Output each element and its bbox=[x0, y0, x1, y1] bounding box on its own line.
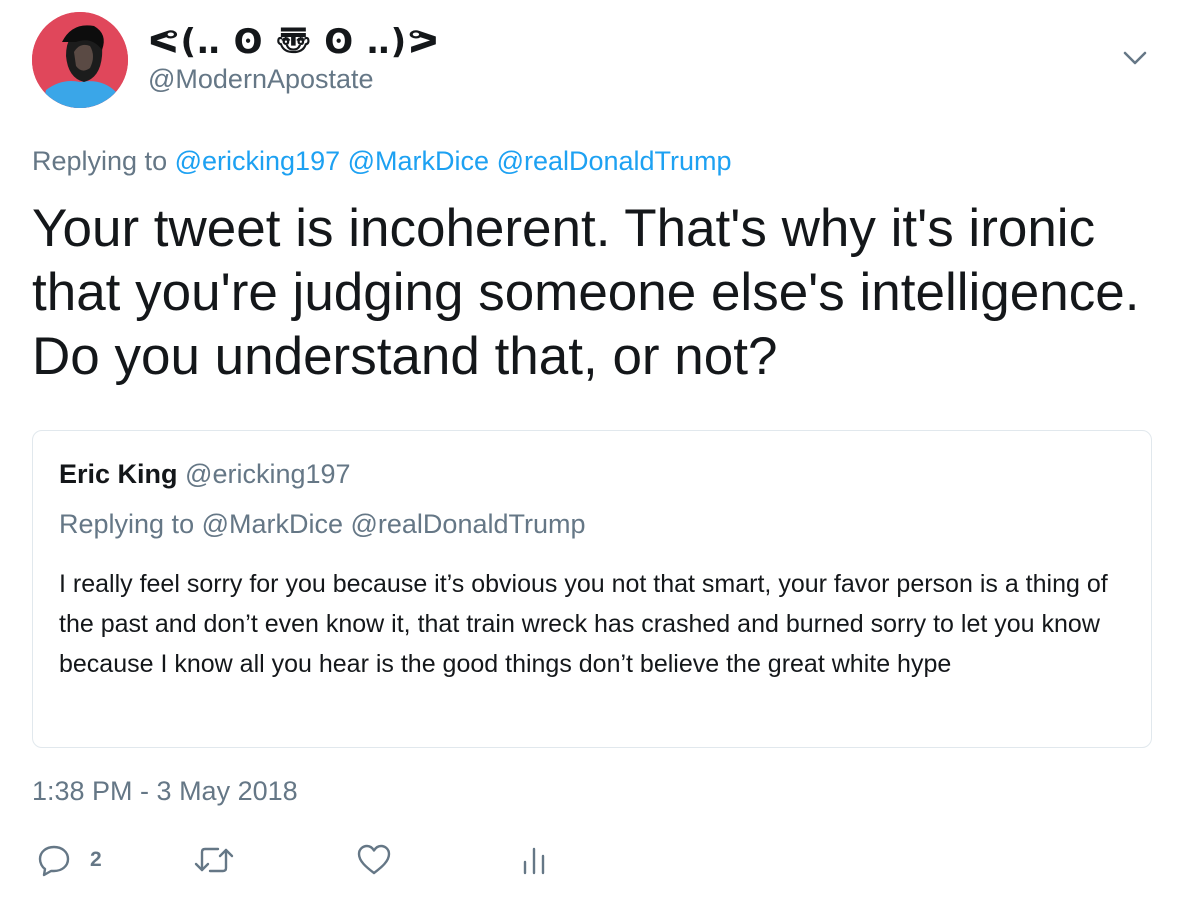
reply-context-prefix: Replying to bbox=[32, 146, 168, 176]
avatar-image bbox=[32, 12, 128, 108]
tweet-timestamp[interactable]: 1:38 PM - 3 May 2018 bbox=[32, 776, 298, 807]
like-button[interactable] bbox=[356, 838, 392, 882]
tweet-text: Your tweet is incoherent. That's why it'… bbox=[32, 199, 1140, 386]
analytics-icon bbox=[523, 847, 545, 875]
avatar[interactable] bbox=[32, 12, 128, 108]
mention-link[interactable]: @realDonaldTrump bbox=[497, 146, 732, 176]
tweet-card: ᕙ(‥ ʘ 〠 ʘ ‥)ᕗ @ModernApostate Replying t… bbox=[0, 0, 1186, 906]
mention-link[interactable]: @ericking197 bbox=[175, 146, 341, 176]
author-handle[interactable]: @ModernApostate bbox=[148, 64, 374, 95]
retweet-icon bbox=[194, 847, 234, 873]
reply-count: 2 bbox=[90, 848, 102, 871]
quoted-author-handle: @ericking197 bbox=[185, 459, 351, 489]
quoted-author-name: Eric King bbox=[59, 459, 178, 489]
retweet-button[interactable] bbox=[192, 838, 236, 882]
reply-context: Replying to @ericking197 @MarkDice @real… bbox=[32, 146, 732, 177]
mention-link[interactable]: @MarkDice bbox=[348, 146, 489, 176]
quoted-tweet-text: I really feel sorry for you because it’s… bbox=[59, 570, 1108, 678]
chevron-down-icon bbox=[1123, 51, 1147, 65]
author-display-name[interactable]: ᕙ(‥ ʘ 〠 ʘ ‥)ᕗ bbox=[148, 14, 440, 63]
quoted-tweet[interactable]: Eric King @ericking197 Replying to @Mark… bbox=[32, 430, 1152, 748]
quoted-reply-context: Replying to @MarkDice @realDonaldTrump bbox=[59, 509, 586, 539]
quoted-tweet-header: Eric King @ericking197 bbox=[59, 459, 351, 490]
heart-icon bbox=[357, 844, 391, 875]
reply-button[interactable]: 2 bbox=[36, 838, 102, 882]
reply-icon bbox=[38, 845, 70, 877]
tweet-options-caret[interactable] bbox=[1118, 44, 1152, 74]
analytics-button[interactable] bbox=[518, 838, 550, 882]
